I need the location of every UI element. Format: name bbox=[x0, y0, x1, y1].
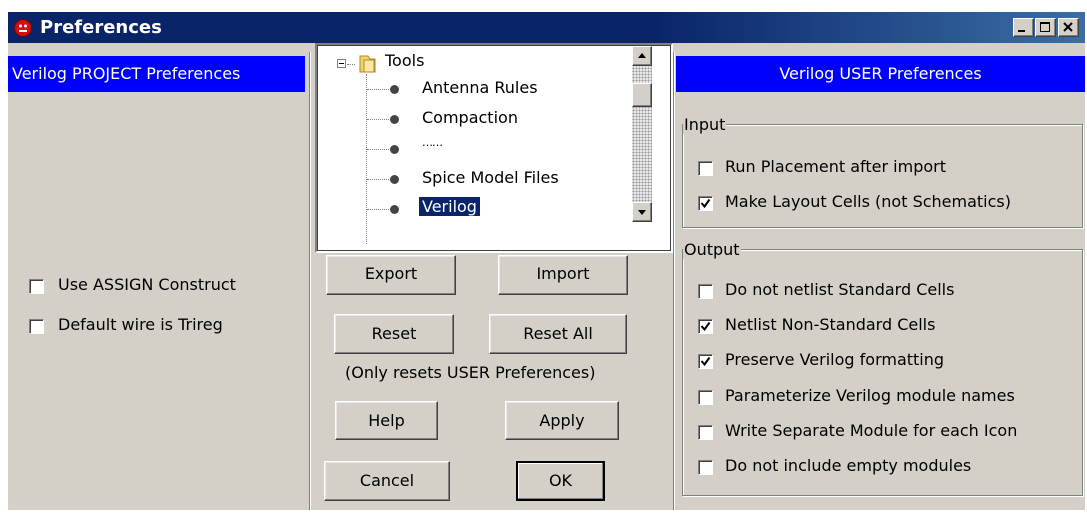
input-group-legend: Input bbox=[683, 115, 727, 134]
check-icon bbox=[700, 356, 711, 367]
check-icon bbox=[700, 321, 711, 332]
arrow-down-icon bbox=[638, 210, 646, 215]
netlist-non-standard-label: Netlist Non-Standard Cells bbox=[725, 315, 936, 334]
tree-item-compaction[interactable]: Compaction bbox=[422, 108, 518, 127]
use-assign-checkbox[interactable] bbox=[29, 279, 44, 294]
folder-icon bbox=[359, 55, 376, 73]
project-preferences-header: Verilog PROJECT Preferences bbox=[8, 56, 305, 92]
do-not-netlist-standard-label: Do not netlist Standard Cells bbox=[725, 280, 955, 299]
user-preferences-header: Verilog USER Preferences bbox=[676, 56, 1085, 92]
reset-all-button[interactable]: Reset All bbox=[489, 314, 627, 354]
scroll-thumb[interactable] bbox=[632, 83, 652, 107]
tree-item-antenna-rules[interactable]: Antenna Rules bbox=[422, 78, 538, 97]
preserve-verilog-formatting-label: Preserve Verilog formatting bbox=[725, 350, 945, 369]
no-empty-modules-checkbox[interactable] bbox=[698, 460, 713, 475]
minimize-button[interactable] bbox=[1013, 18, 1034, 37]
output-group-legend: Output bbox=[683, 240, 741, 259]
app-icon bbox=[14, 19, 32, 37]
apply-button[interactable]: Apply bbox=[505, 401, 619, 440]
parameterize-module-names-label: Parameterize Verilog module names bbox=[725, 386, 1015, 405]
default-wire-trireg-label: Default wire is Trireg bbox=[58, 315, 223, 334]
tree-root-tools[interactable]: Tools bbox=[385, 51, 424, 70]
use-assign-label: Use ASSIGN Construct bbox=[58, 275, 236, 294]
make-layout-cells-label: Make Layout Cells (not Schematics) bbox=[725, 192, 1011, 211]
run-placement-label: Run Placement after import bbox=[725, 157, 946, 176]
scroll-down-button[interactable] bbox=[632, 202, 652, 222]
tree-item-ellipsis[interactable]: …… bbox=[422, 136, 443, 149]
input-group bbox=[682, 124, 1083, 228]
parameterize-module-names-checkbox[interactable] bbox=[698, 390, 713, 405]
write-separate-module-label: Write Separate Module for each Icon bbox=[725, 421, 1018, 440]
do-not-netlist-standard-checkbox[interactable] bbox=[698, 284, 713, 299]
no-empty-modules-label: Do not include empty modules bbox=[725, 456, 972, 475]
close-button[interactable] bbox=[1058, 18, 1079, 37]
ok-button[interactable]: OK bbox=[516, 461, 605, 501]
minimize-icon bbox=[1018, 30, 1025, 32]
default-wire-trireg-checkbox[interactable] bbox=[29, 319, 44, 334]
leaf-bullet-icon bbox=[390, 115, 399, 124]
leaf-bullet-icon bbox=[390, 85, 399, 94]
title-bar[interactable]: Preferences bbox=[8, 12, 1085, 43]
window-title: Preferences bbox=[40, 17, 162, 38]
make-layout-cells-checkbox[interactable] bbox=[698, 196, 713, 211]
tree-item-spice-model-files[interactable]: Spice Model Files bbox=[422, 168, 559, 187]
scroll-up-button[interactable] bbox=[632, 46, 652, 66]
netlist-non-standard-checkbox[interactable] bbox=[698, 319, 713, 334]
import-button[interactable]: Import bbox=[498, 255, 628, 295]
reset-button[interactable]: Reset bbox=[334, 314, 454, 354]
preserve-verilog-formatting-checkbox[interactable] bbox=[698, 354, 713, 369]
category-tree[interactable]: Tools Antenna Rules Compaction …… Spice … bbox=[315, 43, 673, 253]
left-divider bbox=[309, 52, 310, 510]
export-button[interactable]: Export bbox=[326, 255, 456, 295]
reset-note: (Only resets USER Preferences) bbox=[345, 363, 596, 382]
cancel-button[interactable]: Cancel bbox=[324, 461, 450, 501]
write-separate-module-checkbox[interactable] bbox=[698, 425, 713, 440]
help-button[interactable]: Help bbox=[335, 401, 438, 440]
tree-item-verilog[interactable]: Verilog bbox=[419, 197, 480, 216]
maximize-icon bbox=[1040, 22, 1050, 32]
check-icon bbox=[700, 198, 711, 209]
collapse-icon[interactable] bbox=[337, 59, 346, 68]
leaf-bullet-icon bbox=[390, 145, 399, 154]
close-icon bbox=[1063, 22, 1073, 32]
maximize-button[interactable] bbox=[1035, 18, 1056, 37]
right-divider bbox=[673, 52, 674, 510]
preferences-window: Preferences Verilog PROJECT Preferences … bbox=[8, 12, 1085, 510]
arrow-up-icon bbox=[638, 53, 646, 58]
leaf-bullet-icon bbox=[390, 205, 399, 214]
run-placement-checkbox[interactable] bbox=[698, 161, 713, 176]
leaf-bullet-icon bbox=[390, 175, 399, 184]
tree-scrollbar[interactable] bbox=[632, 46, 652, 222]
